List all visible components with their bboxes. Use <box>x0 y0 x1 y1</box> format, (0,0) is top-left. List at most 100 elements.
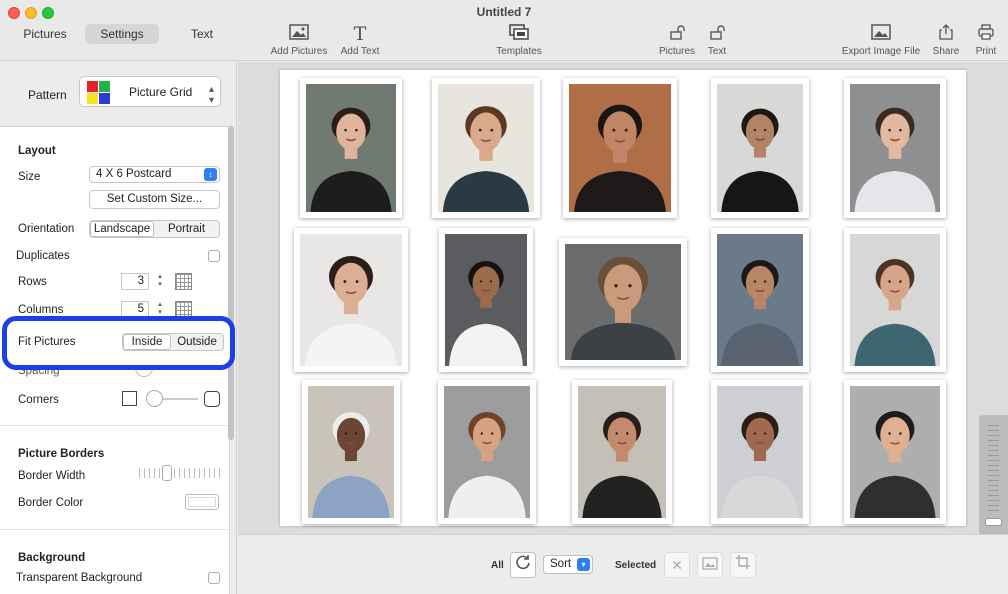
portrait-image <box>308 386 394 518</box>
portrait-photo[interactable] <box>559 238 687 366</box>
pattern-swatch-icon <box>87 81 98 92</box>
border-color-well[interactable] <box>185 494 219 510</box>
portrait-image <box>444 386 530 518</box>
close-x-icon: ✕ <box>671 557 683 573</box>
fit-inside-option[interactable]: Inside <box>123 334 172 350</box>
portrait-photo[interactable] <box>572 380 672 524</box>
pictures-lock-button[interactable]: Pictures <box>656 24 698 58</box>
templates-icon <box>492 24 546 44</box>
set-custom-size-button[interactable]: Set Custom Size... <box>89 190 220 209</box>
window-title: Untitled 7 <box>476 5 532 19</box>
print-label: Print <box>975 46 997 57</box>
portrait-photo[interactable] <box>711 380 809 524</box>
rows-field[interactable]: 3 <box>121 273 149 290</box>
columns-label: Columns <box>18 304 64 316</box>
share-button[interactable]: Share <box>930 24 962 58</box>
section-divider <box>0 425 228 426</box>
sort-select[interactable]: Sort ▾ <box>543 555 593 574</box>
rows-stepper[interactable]: ▴ ▾ <box>155 273 165 290</box>
pattern-swatch-icon <box>99 93 110 104</box>
rows-grid-icon <box>175 273 192 290</box>
portrait-photo[interactable] <box>432 78 540 218</box>
add-text-button[interactable]: T Add Text <box>338 24 382 58</box>
portrait-image <box>565 244 681 360</box>
zoom-slider-knob[interactable] <box>985 518 1002 526</box>
portrait-photo[interactable] <box>438 380 536 524</box>
crop-button[interactable] <box>730 552 756 578</box>
pictures-lock-label: Pictures <box>658 46 696 57</box>
remove-selected-button[interactable]: ✕ <box>664 552 690 578</box>
duplicates-checkbox[interactable] <box>208 250 220 262</box>
orientation-segmented[interactable]: Landscape Portrait <box>89 220 220 238</box>
all-label: All <box>491 560 504 571</box>
border-width-slider[interactable] <box>139 468 221 478</box>
size-value: 4 X 6 Postcard <box>96 168 172 180</box>
print-button[interactable]: Print <box>970 24 1002 58</box>
shuffle-all-button[interactable] <box>510 552 536 578</box>
portrait-image <box>717 234 803 366</box>
postcard-sheet[interactable] <box>280 70 966 526</box>
portrait-image <box>306 84 396 212</box>
portrait-photo[interactable] <box>563 78 677 218</box>
background-heading: Background <box>18 552 86 564</box>
portrait-image <box>578 386 666 518</box>
canvas-area <box>238 62 1008 534</box>
add-pictures-button[interactable]: Add Pictures <box>268 24 330 58</box>
pattern-swatch-icon <box>99 81 110 92</box>
pattern-label: Pattern <box>28 88 67 102</box>
tab-text[interactable]: Text <box>176 24 228 44</box>
border-color-label: Border Color <box>18 497 84 509</box>
transparent-background-label: Transparent Background <box>16 572 143 584</box>
portrait-photo[interactable] <box>439 228 533 372</box>
up-down-chevron-icon: ▴ ▾ <box>208 84 214 106</box>
portrait-photo[interactable] <box>302 380 400 524</box>
portrait-photo[interactable] <box>294 228 408 372</box>
text-t-icon: T <box>353 23 367 45</box>
templates-button[interactable]: Templates <box>492 24 546 58</box>
chevron-updown-icon: ↕ <box>204 168 217 181</box>
corners-slider-knob[interactable] <box>146 390 163 407</box>
fit-pictures-highlight: Fit Pictures Inside Outside <box>2 316 235 370</box>
portrait-image <box>300 234 402 366</box>
picture-borders-heading: Picture Borders <box>18 448 105 460</box>
sidebar-scrollbar[interactable] <box>228 126 234 440</box>
portrait-photo[interactable] <box>711 78 809 218</box>
layout-heading: Layout <box>18 145 56 157</box>
pattern-select[interactable]: Picture Grid ▴ ▾ <box>79 76 221 107</box>
text-lock-button[interactable]: Text <box>702 24 732 58</box>
bottom-toolbar: All Sort ▾ Selected ✕ <box>238 534 1008 594</box>
portrait-photo[interactable] <box>844 228 946 372</box>
transparent-background-checkbox[interactable] <box>208 572 220 584</box>
zoom-slider[interactable] <box>979 415 1008 535</box>
orientation-label: Orientation <box>18 223 75 235</box>
fit-pictures-segmented[interactable]: Inside Outside <box>122 333 224 351</box>
duplicates-label: Duplicates <box>16 250 70 262</box>
text-lock-label: Text <box>707 46 727 57</box>
portrait-photo[interactable] <box>844 78 946 218</box>
portrait-photo[interactable] <box>711 228 809 372</box>
unlock-icon <box>702 24 732 44</box>
tab-settings[interactable]: Settings <box>85 24 159 44</box>
image-icon <box>268 24 330 44</box>
pattern-row: Pattern Picture Grid ▴ ▾ <box>0 62 237 124</box>
fit-outside-option[interactable]: Outside <box>171 334 223 350</box>
add-text-label: Add Text <box>340 46 380 57</box>
portrait-image <box>438 84 534 212</box>
export-image-button[interactable]: Export Image File <box>840 24 922 58</box>
portrait-photo[interactable] <box>844 380 946 524</box>
orientation-landscape[interactable]: Landscape <box>90 221 154 237</box>
size-select[interactable]: 4 X 6 Postcard ↕ <box>89 166 220 183</box>
rounded-corner-icon <box>204 391 220 407</box>
export-image-label: Export Image File <box>841 46 921 57</box>
orientation-portrait[interactable]: Portrait <box>154 221 219 237</box>
square-corner-icon <box>122 391 137 406</box>
share-label: Share <box>932 46 960 57</box>
section-divider <box>0 529 228 530</box>
border-width-slider-knob[interactable] <box>162 465 172 481</box>
fit-pictures-label: Fit Pictures <box>18 336 76 348</box>
portrait-photo[interactable] <box>300 78 402 218</box>
tab-pictures[interactable]: Pictures <box>14 24 76 44</box>
portrait-image <box>569 84 671 212</box>
replace-picture-button[interactable] <box>697 552 723 578</box>
printer-icon <box>970 24 1002 44</box>
